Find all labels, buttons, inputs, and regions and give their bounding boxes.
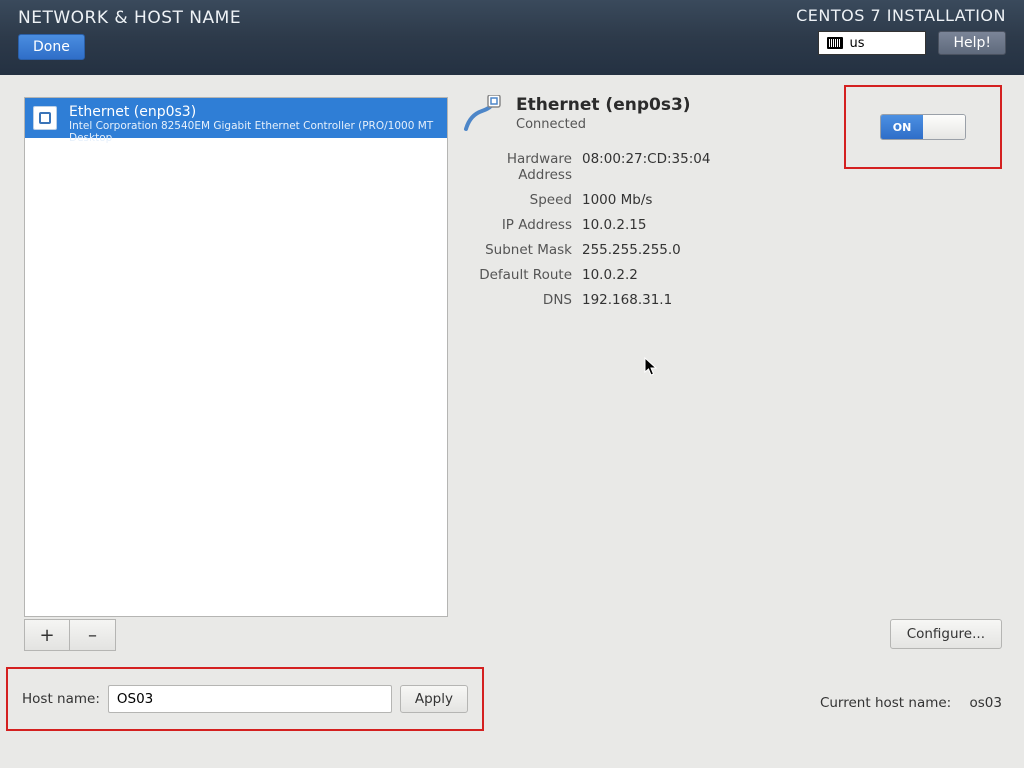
- hw-addr-value: 08:00:27:CD:35:04: [582, 151, 880, 183]
- hw-addr-label: Hardware Address: [460, 151, 572, 183]
- keyboard-icon: [827, 37, 843, 49]
- ethernet-port-icon: [33, 106, 57, 130]
- toggle-knob: [923, 115, 965, 139]
- nic-enable-toggle[interactable]: ON: [880, 114, 966, 140]
- installer-title: CENTOS 7 INSTALLATION: [796, 6, 1006, 25]
- nic-list[interactable]: Ethernet (enp0s3) Intel Corporation 8254…: [24, 97, 448, 617]
- add-nic-button[interactable]: +: [24, 619, 70, 651]
- keyboard-layout-selector[interactable]: us: [818, 31, 926, 55]
- apply-hostname-button[interactable]: Apply: [400, 685, 468, 713]
- route-value: 10.0.2.2: [582, 267, 880, 283]
- nic-item-title: Ethernet (enp0s3): [69, 104, 437, 120]
- route-label: Default Route: [460, 267, 572, 283]
- nic-detail-status: Connected: [516, 117, 691, 132]
- hostname-highlight: Host name: Apply: [6, 667, 484, 731]
- nic-item-subtitle: Intel Corporation 82540EM Gigabit Ethern…: [69, 120, 437, 144]
- nic-detail-panel: Ethernet (enp0s3) Connected Hardware Add…: [460, 95, 880, 308]
- body-area: Ethernet (enp0s3) Intel Corporation 8254…: [0, 75, 1024, 768]
- ip-value: 10.0.2.15: [582, 217, 880, 233]
- ip-label: IP Address: [460, 217, 572, 233]
- nic-list-item[interactable]: Ethernet (enp0s3) Intel Corporation 8254…: [25, 98, 447, 138]
- nic-detail-title: Ethernet (enp0s3): [516, 95, 691, 115]
- nic-toggle-highlight: ON: [844, 85, 1002, 169]
- nic-detail-grid: Hardware Address 08:00:27:CD:35:04 Speed…: [460, 151, 880, 308]
- hostname-input[interactable]: [108, 685, 392, 713]
- current-hostname-row: Current host name: os03: [820, 695, 1002, 711]
- current-hostname-value: os03: [970, 695, 1002, 711]
- ethernet-cable-icon: [460, 95, 502, 137]
- done-button[interactable]: Done: [18, 34, 85, 60]
- dns-value: 192.168.31.1: [582, 292, 880, 308]
- header-right: CENTOS 7 INSTALLATION us Help!: [796, 6, 1006, 55]
- dns-label: DNS: [460, 292, 572, 308]
- speed-value: 1000 Mb/s: [582, 192, 880, 208]
- toggle-on-label: ON: [881, 115, 923, 139]
- nic-add-remove-row: + –: [24, 619, 116, 651]
- speed-label: Speed: [460, 192, 572, 208]
- mask-label: Subnet Mask: [460, 242, 572, 258]
- header-bar: NETWORK & HOST NAME Done CENTOS 7 INSTAL…: [0, 0, 1024, 75]
- configure-button[interactable]: Configure...: [890, 619, 1002, 649]
- keyboard-layout-label: us: [849, 36, 864, 51]
- mouse-cursor-icon: [644, 357, 658, 377]
- current-hostname-label: Current host name:: [820, 695, 951, 711]
- help-button[interactable]: Help!: [938, 31, 1006, 55]
- remove-nic-button[interactable]: –: [70, 619, 116, 651]
- mask-value: 255.255.255.0: [582, 242, 880, 258]
- hostname-label: Host name:: [22, 691, 100, 707]
